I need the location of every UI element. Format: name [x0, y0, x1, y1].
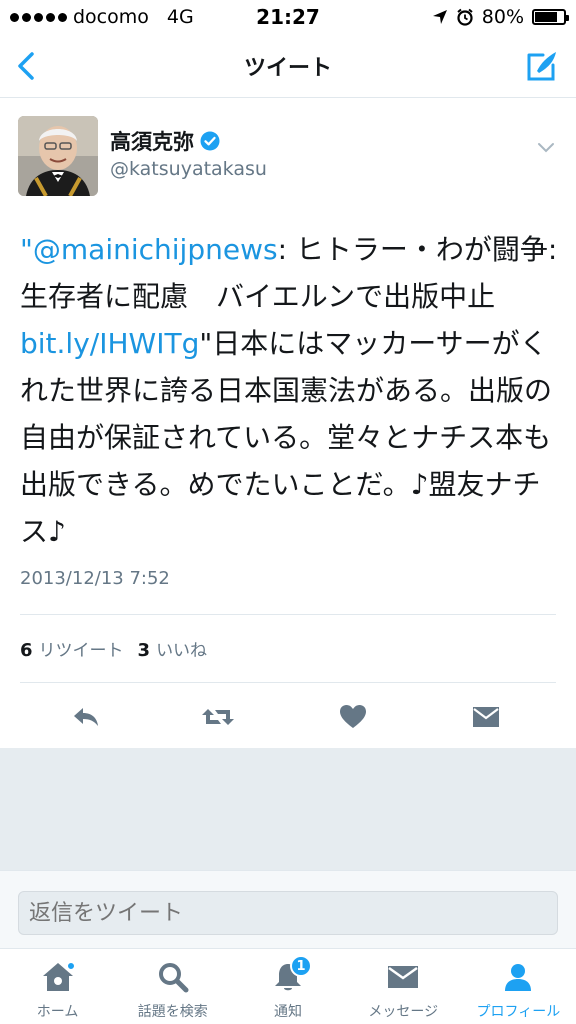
- notifications-tab-icon-wrap: 1: [268, 955, 312, 995]
- divider: [20, 614, 556, 615]
- tab-search[interactable]: 話題を検索: [115, 949, 230, 1024]
- tab-profile[interactable]: プロフィール: [461, 949, 576, 1024]
- person-icon: [505, 964, 532, 991]
- back-button[interactable]: [8, 46, 44, 86]
- tab-label: ホーム: [36, 1004, 79, 1020]
- network-type: 4G: [166, 6, 194, 28]
- retweet-count[interactable]: 6: [20, 640, 33, 661]
- tab-label: 通知: [274, 1004, 302, 1020]
- user-handle[interactable]: @katsuyatakasu: [110, 158, 267, 180]
- like-label[interactable]: いいね: [156, 636, 207, 661]
- tweet-stats: 6 リツイート 3 いいね: [20, 636, 221, 661]
- tweet-options-button[interactable]: [534, 136, 558, 160]
- reply-bar: [0, 870, 576, 948]
- status-left: docomo 4G: [10, 6, 210, 28]
- tab-messages[interactable]: メッセージ: [346, 949, 461, 1024]
- tweet-timestamp: 2013/12/13 7:52: [20, 568, 170, 589]
- tweet-text-part: "日本にはマッカーサーがくれた世界に誇る日本国憲法がある。出版の自由が保証されて…: [20, 327, 553, 548]
- battery-icon: [532, 9, 569, 25]
- tweet-actions: [0, 690, 576, 742]
- tab-notifications[interactable]: 1 通知: [230, 949, 345, 1024]
- envelope-icon: [473, 707, 499, 727]
- user-name-row: 高須克弥: [110, 126, 220, 156]
- mention-link[interactable]: @mainichijpnews: [33, 233, 278, 266]
- tweet-text: "@mainichijpnews: ヒトラー・わが闘争:生存者に配慮 バイエルン…: [20, 226, 560, 555]
- tweet-text-part: ": [20, 233, 33, 266]
- compose-tweet-button[interactable]: [522, 46, 562, 86]
- profile-tab-icon-wrap: [498, 959, 538, 995]
- divider: [20, 682, 556, 683]
- status-right: 80%: [366, 6, 569, 28]
- location-arrow-icon: [432, 10, 447, 24]
- chevron-down-icon: [538, 143, 554, 153]
- user-name[interactable]: 高須克弥: [110, 126, 194, 156]
- status-bar: docomo 4G 21:27 80%: [0, 0, 576, 34]
- avatar-portrait-image: [18, 116, 98, 196]
- alarm-clock-icon: [457, 8, 473, 26]
- retweet-button[interactable]: [198, 700, 238, 734]
- tab-label: メッセージ: [368, 1004, 439, 1020]
- tweet-header: 高須克弥 @katsuyatakasu: [18, 116, 558, 198]
- reply-button[interactable]: [66, 700, 106, 734]
- url-link[interactable]: bit.ly/IHWITg: [20, 327, 199, 360]
- page-title: ツイート: [243, 55, 332, 81]
- status-time: 21:27: [256, 5, 320, 29]
- reply-input[interactable]: [18, 891, 558, 935]
- nav-bar: ツイート: [0, 34, 576, 98]
- carrier-name: docomo: [73, 6, 149, 28]
- empty-replies-area: [0, 748, 576, 870]
- search-tab-icon-wrap: [153, 959, 193, 995]
- retweet-label[interactable]: リツイート: [39, 636, 124, 661]
- compose-icon: [527, 52, 556, 81]
- chevron-left-icon: [18, 52, 34, 80]
- tab-label: プロフィール: [476, 1004, 561, 1020]
- notification-count-badge: 1: [290, 955, 312, 977]
- messages-tab-icon-wrap: [383, 959, 423, 995]
- heart-icon: [340, 705, 366, 728]
- new-content-dot: [65, 961, 76, 971]
- signal-strength-icon: [10, 12, 67, 22]
- battery-percent: 80%: [481, 6, 524, 28]
- search-icon: [158, 963, 189, 993]
- tab-home[interactable]: ホーム: [0, 949, 115, 1024]
- tab-bar: ホーム 話題を検索 1 通知 メッセージ プロフィール: [0, 948, 576, 1024]
- retweet-icon: [202, 709, 234, 725]
- like-button[interactable]: [333, 700, 373, 734]
- tab-label: 話題を検索: [137, 1004, 208, 1020]
- envelope-icon: [388, 966, 419, 988]
- like-count[interactable]: 3: [138, 640, 151, 661]
- verified-badge-icon: [200, 131, 220, 151]
- direct-message-button[interactable]: [466, 700, 506, 734]
- reply-icon: [74, 708, 98, 726]
- avatar[interactable]: [18, 116, 98, 196]
- home-tab-icon-wrap: [38, 959, 78, 995]
